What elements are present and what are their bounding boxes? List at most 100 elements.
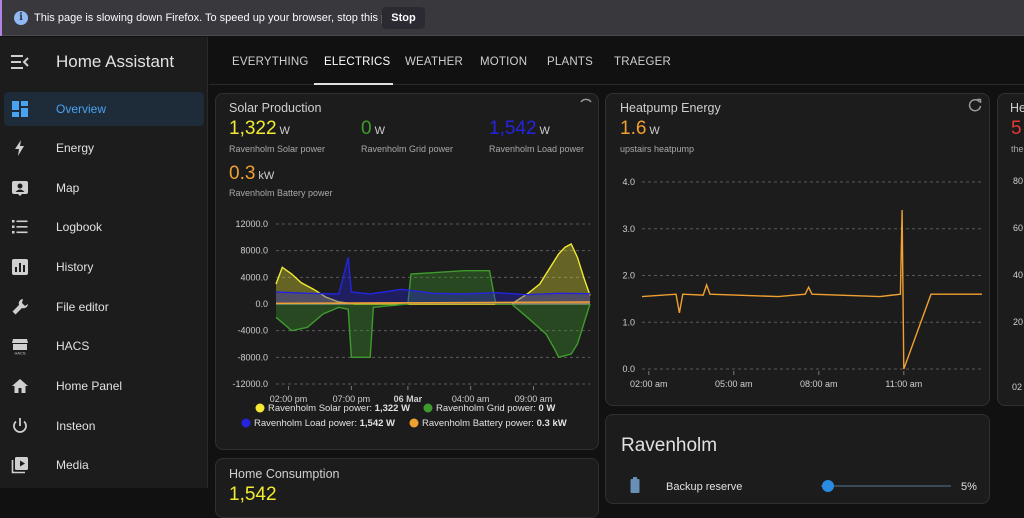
chart-box-icon (12, 259, 28, 275)
loading-spinner-icon (580, 98, 592, 103)
browser-notification-bar: i This page is slowing down Firefox. To … (0, 0, 1024, 36)
y-tick-label: -8000.0 (237, 352, 268, 362)
sidebar-item-label: Energy (56, 141, 95, 155)
sidebar-item-label: History (56, 260, 94, 274)
play-box-icon (11, 457, 28, 474)
sidebar-item-logbook[interactable]: Logbook (4, 210, 204, 244)
tab-electrics[interactable]: ELECTRICS (324, 56, 390, 68)
backup-reserve-slider-track[interactable] (821, 485, 951, 487)
legend-marker (241, 418, 251, 428)
stat-label: Ravenholm Solar power (229, 144, 326, 154)
sidebar-item-label: HACS (56, 339, 90, 353)
stat-unit: W (649, 125, 660, 137)
tab-everything[interactable]: EVERYTHING (232, 56, 309, 68)
stat-value: 0.3 (229, 163, 256, 184)
solar-power-stat: 1,322 W (229, 118, 290, 140)
map-person-icon (12, 181, 28, 196)
y-tick-label: 1.0 (622, 317, 635, 327)
heatpump-energy-chart[interactable]: 4.0 3.0 2.0 1.0 0.0 02:00 am 05:00 am 08:00 am 1… (606, 172, 990, 397)
sidebar: Home Assistant Overview Energy Map Logbo… (0, 37, 208, 488)
legend-entry: Ravenholm Battery power: 0.3 kW (422, 418, 567, 429)
power-icon (13, 418, 27, 433)
x-tick-label: 08:00 am (800, 379, 838, 389)
partial-card[interactable]: He 5 the 80 60 40 20 02 (997, 93, 1024, 406)
tab-traeger[interactable]: TRAEGER (614, 56, 671, 68)
y-tick-label: 0.0 (255, 299, 268, 309)
y-tick-label: 2.0 (622, 271, 635, 281)
y-tick-label: 80 (1013, 176, 1024, 186)
legend-entry: Ravenholm Load power: 1,542 W (254, 418, 395, 429)
stat-label: Ravenholm Battery power (229, 188, 333, 198)
y-tick-label: -4000.0 (237, 326, 268, 336)
backup-reserve-label: Backup reserve (666, 481, 743, 493)
tab-plants[interactable]: PLANTS (547, 56, 593, 68)
sidebar-item-label: Media (56, 458, 89, 472)
home-icon (12, 379, 28, 393)
grid-power-stat: 0W (361, 118, 385, 140)
legend-marker (423, 403, 433, 413)
y-tick-label: 3.0 (622, 224, 635, 234)
sidebar-item-media[interactable]: Media (4, 448, 204, 482)
dashboard-tab-bar: EVERYTHING ELECTRICS WEATHER MOTION PLAN… (209, 37, 1024, 85)
solar-production-chart[interactable]: 12000.0 8000.0 4000.0 0.0 -4000.0 -8000.0 -120… (216, 212, 599, 440)
stat-label: upstairs heatpump (620, 144, 695, 154)
stat-value: 1,542 (489, 118, 537, 139)
stat-unit: W (539, 125, 550, 137)
y-tick-label: 40 (1013, 270, 1024, 280)
sidebar-item-history[interactable]: History (4, 250, 204, 284)
app-title: Home Assistant (56, 52, 175, 71)
sidebar-item-label: Map (56, 181, 80, 195)
y-tick-label: 8000.0 (240, 246, 268, 256)
legend-entry: Ravenholm Grid power: 0 W (436, 403, 555, 414)
sidebar-item-overview[interactable]: Overview (4, 92, 204, 126)
refresh-icon (968, 98, 982, 112)
backup-reserve-value: 5% (961, 481, 977, 493)
sidebar-item-label: Insteon (56, 419, 96, 433)
sidebar-item-insteon[interactable]: Insteon (4, 409, 204, 443)
list-icon (12, 220, 28, 234)
card-title: Ravenholm (621, 435, 718, 456)
sidebar-item-label: Overview (56, 102, 107, 116)
heatpump-energy-card[interactable]: Heatpump Energy 1.6 W upstairs heatpump 4… (605, 93, 990, 406)
sidebar-item-label: Logbook (56, 220, 103, 234)
y-tick-label: 4000.0 (240, 272, 268, 282)
stat-unit: W (374, 125, 385, 137)
stat-label: Ravenholm Load power (489, 144, 585, 154)
y-tick-label: 12000.0 (235, 219, 268, 229)
series-line-0 (641, 210, 982, 370)
info-icon: i (14, 11, 28, 25)
x-tick-label: 05:00 am (715, 379, 753, 389)
solar-production-card[interactable]: Solar Production 1,322 W Ravenholm Solar … (215, 93, 599, 450)
backup-reserve-slider-thumb[interactable] (821, 480, 834, 492)
view-dashboard-icon (12, 101, 28, 117)
tab-motion[interactable]: MOTION (480, 56, 527, 68)
home-consumption-card[interactable]: Home Consumption 1,542 (215, 458, 599, 518)
legend-marker (255, 403, 265, 413)
sidebar-item-hacs[interactable]: HACS HACS (4, 329, 204, 363)
home-consumption-value: 1,542 (229, 484, 277, 505)
y-tick-label: 20 (1013, 317, 1024, 327)
x-tick-label: 11:00 am (885, 379, 922, 389)
wrench-icon (12, 299, 28, 315)
stat-value: 0 (361, 118, 372, 139)
y-tick-label: 60 (1013, 223, 1024, 233)
card-title: Home Consumption (229, 467, 340, 481)
sidebar-item-home-panel[interactable]: Home Panel (4, 369, 204, 403)
heatpump-energy-stat: 1.6 W (620, 118, 660, 140)
menu-collapse-icon[interactable] (11, 55, 29, 69)
sidebar-item-energy[interactable]: Energy (4, 131, 204, 165)
sidebar-item-file-editor[interactable]: File editor (4, 290, 204, 324)
stat-label: Ravenholm Grid power (361, 144, 454, 154)
card-title: Heatpump Energy (620, 101, 721, 115)
svg-text:HACS: HACS (14, 351, 25, 356)
lightning-bolt-icon (15, 140, 24, 156)
stat-value: 1.6 (620, 118, 647, 139)
sidebar-header: Home Assistant (0, 37, 208, 85)
ravenholm-card[interactable]: Ravenholm Backup reserve 5% (605, 414, 990, 504)
sidebar-item-map[interactable]: Map (4, 171, 204, 205)
stop-page-button[interactable]: Stop (382, 7, 425, 29)
load-power-stat: 1,542 W (489, 118, 550, 140)
tab-weather[interactable]: WEATHER (405, 56, 463, 68)
sidebar-item-label: Home Panel (56, 379, 123, 393)
y-tick-label: 4.0 (622, 177, 635, 187)
